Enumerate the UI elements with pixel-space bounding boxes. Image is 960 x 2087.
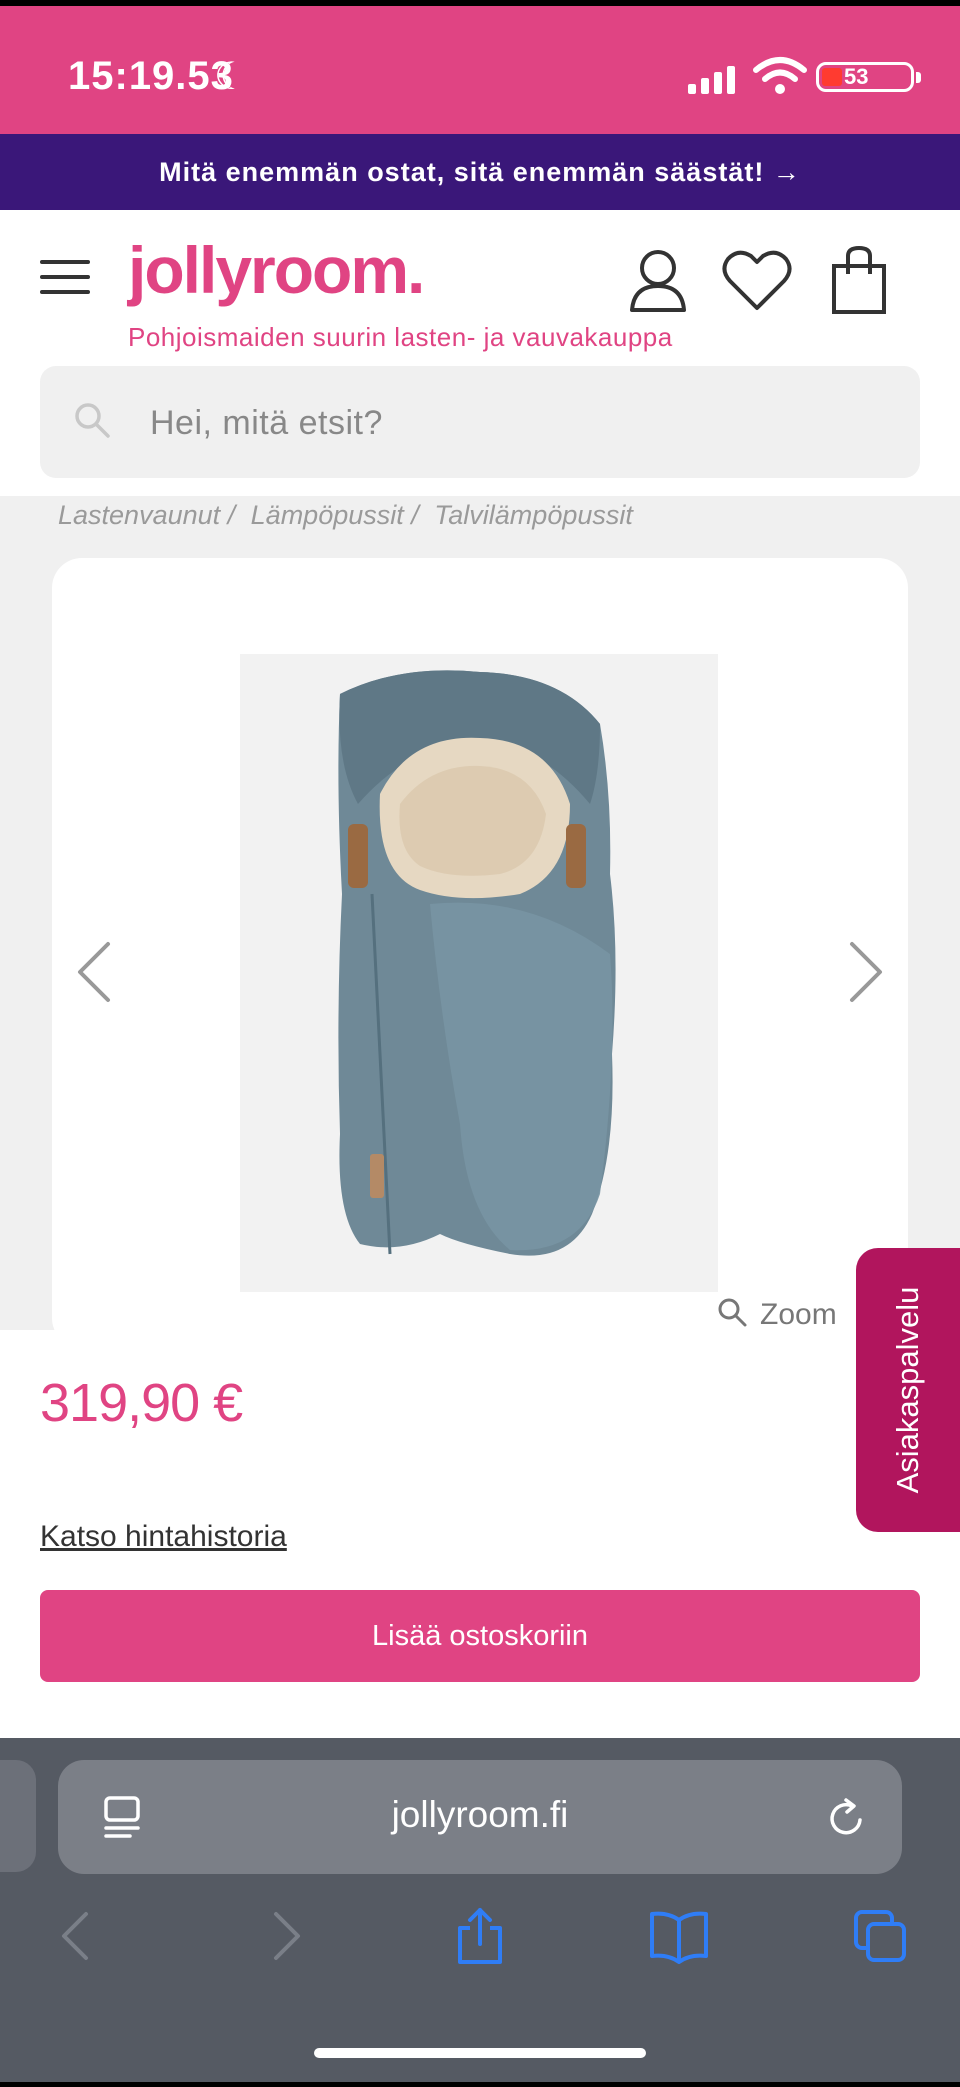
product-image[interactable]	[240, 654, 718, 1292]
breadcrumb: Lastenvaunut / Lämpöpussit / Talvilämpöp…	[58, 500, 641, 531]
breadcrumb-item-lastenvaunut[interactable]: Lastenvaunut /	[58, 500, 235, 530]
url-text: jollyroom.fi	[391, 1794, 569, 1835]
status-time: 15:19.53	[68, 54, 234, 98]
add-to-cart-label: Lisää ostoskoriin	[372, 1619, 588, 1652]
next-image-button[interactable]	[846, 940, 886, 1004]
zoom-label: Zoom	[760, 1297, 837, 1331]
promo-text: Mitä enemmän ostat, sitä enemmän säästät…	[159, 156, 801, 187]
previous-image-button[interactable]	[74, 940, 114, 1004]
price-history-link[interactable]: Katso hintahistoria	[40, 1520, 287, 1554]
zoom-icon	[716, 1296, 748, 1333]
forward-icon[interactable]	[256, 1906, 312, 1966]
product-price: 319,90 €	[40, 1373, 243, 1433]
site-logo[interactable]: jollyroom.	[128, 232, 425, 308]
zoom-button[interactable]: Zoom	[716, 1296, 837, 1333]
back-icon[interactable]	[50, 1906, 106, 1966]
reload-icon[interactable]	[822, 1794, 870, 1842]
promo-banner[interactable]: Mitä enemmän ostat, sitä enemmän säästät…	[0, 134, 960, 210]
do-not-disturb-icon: ☾	[214, 56, 249, 98]
bookmarks-icon[interactable]	[646, 1906, 712, 1966]
breadcrumb-item-talvilampopussit[interactable]: Talvilämpöpussit	[434, 500, 633, 530]
home-indicator[interactable]	[314, 2048, 646, 2058]
customer-service-tab[interactable]: Asiakaspalvelu	[856, 1248, 960, 1532]
screen-edge	[0, 0, 960, 6]
screen-edge-bottom	[0, 2082, 960, 2087]
wishlist-icon[interactable]	[720, 246, 794, 316]
breadcrumb-item-lampopussit[interactable]: Lämpöpussit /	[251, 500, 419, 530]
battery-icon: 53	[816, 62, 926, 94]
menu-icon[interactable]	[40, 258, 92, 296]
account-icon[interactable]	[626, 246, 690, 316]
cellular-signal-icon	[688, 64, 736, 94]
add-to-cart-button[interactable]: Lisää ostoskoriin	[40, 1590, 920, 1682]
site-tagline: Pohjoismaiden suurin lasten- ja vauvakau…	[128, 322, 673, 352]
customer-service-label: Asiakaspalvelu	[890, 1286, 925, 1494]
search-placeholder: Hei, mitä etsit?	[150, 404, 383, 442]
wifi-icon	[752, 56, 808, 96]
battery-percentage: 53	[844, 64, 869, 89]
tabs-icon[interactable]	[850, 1906, 910, 1966]
cart-icon[interactable]	[828, 245, 892, 316]
share-icon[interactable]	[452, 1906, 508, 1966]
search-icon	[72, 400, 112, 440]
